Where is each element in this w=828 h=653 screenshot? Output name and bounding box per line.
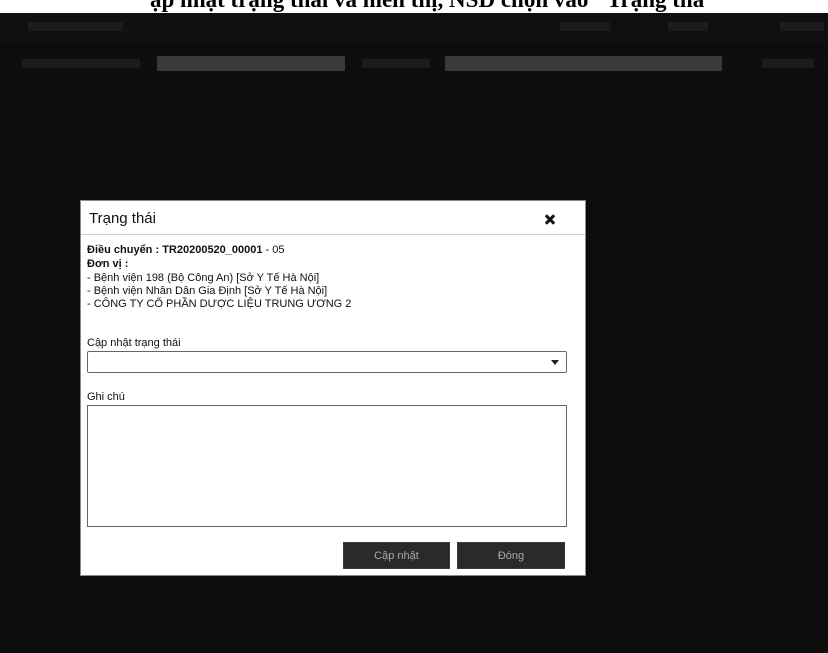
status-modal: Trạng thái Điều chuyển : TR20200520_0000… — [80, 200, 586, 576]
update-button[interactable]: Cập nhật — [343, 542, 450, 569]
status-label: Cập nhật trạng thái — [87, 337, 181, 349]
unit-item: - CÔNG TY CỔ PHẦN DƯỢC LIỆU TRUNG ƯƠNG 2 — [87, 298, 352, 310]
transfer-label: Điều chuyển : — [87, 244, 163, 256]
filter-field[interactable] — [157, 56, 345, 71]
nav-item[interactable] — [28, 22, 123, 31]
filter-label — [762, 59, 814, 68]
unit-item: - Bệnh viện Nhân Dân Gia Định [Sở Y Tế H… — [87, 285, 328, 297]
document-caption: ập nhật trạng thái và hiển thị, NSD chọn… — [0, 0, 828, 13]
filter-label — [362, 59, 430, 68]
nav-item[interactable] — [668, 22, 708, 31]
top-navigation-bar — [0, 13, 828, 43]
note-label: Ghi chú — [87, 391, 125, 403]
caret-down-icon[interactable] — [551, 360, 559, 365]
transfer-suffix: - 05 — [262, 244, 285, 256]
status-select[interactable] — [87, 351, 567, 373]
transfer-code: TR20200520_00001 — [162, 244, 263, 256]
note-textarea[interactable] — [87, 405, 567, 527]
transfer-line: Điều chuyển : TR20200520_00001 - 05 — [87, 244, 285, 257]
modal-title: Trạng thái — [89, 210, 156, 227]
nav-item[interactable] — [780, 22, 824, 31]
filter-field[interactable] — [445, 56, 722, 71]
unit-item: - Bệnh viện 198 (Bộ Công An) [Sở Y Tế Hà… — [87, 272, 320, 284]
document-caption-text: ập nhật trạng thái và hiển thị, NSD chọn… — [150, 0, 704, 13]
filter-label — [22, 59, 140, 68]
nav-item[interactable] — [560, 22, 610, 31]
header-divider — [81, 234, 585, 235]
close-button[interactable]: Đóng — [457, 542, 565, 569]
close-icon[interactable] — [544, 213, 556, 225]
unit-label: Đơn vị : — [87, 258, 129, 270]
filter-bar — [0, 51, 828, 77]
